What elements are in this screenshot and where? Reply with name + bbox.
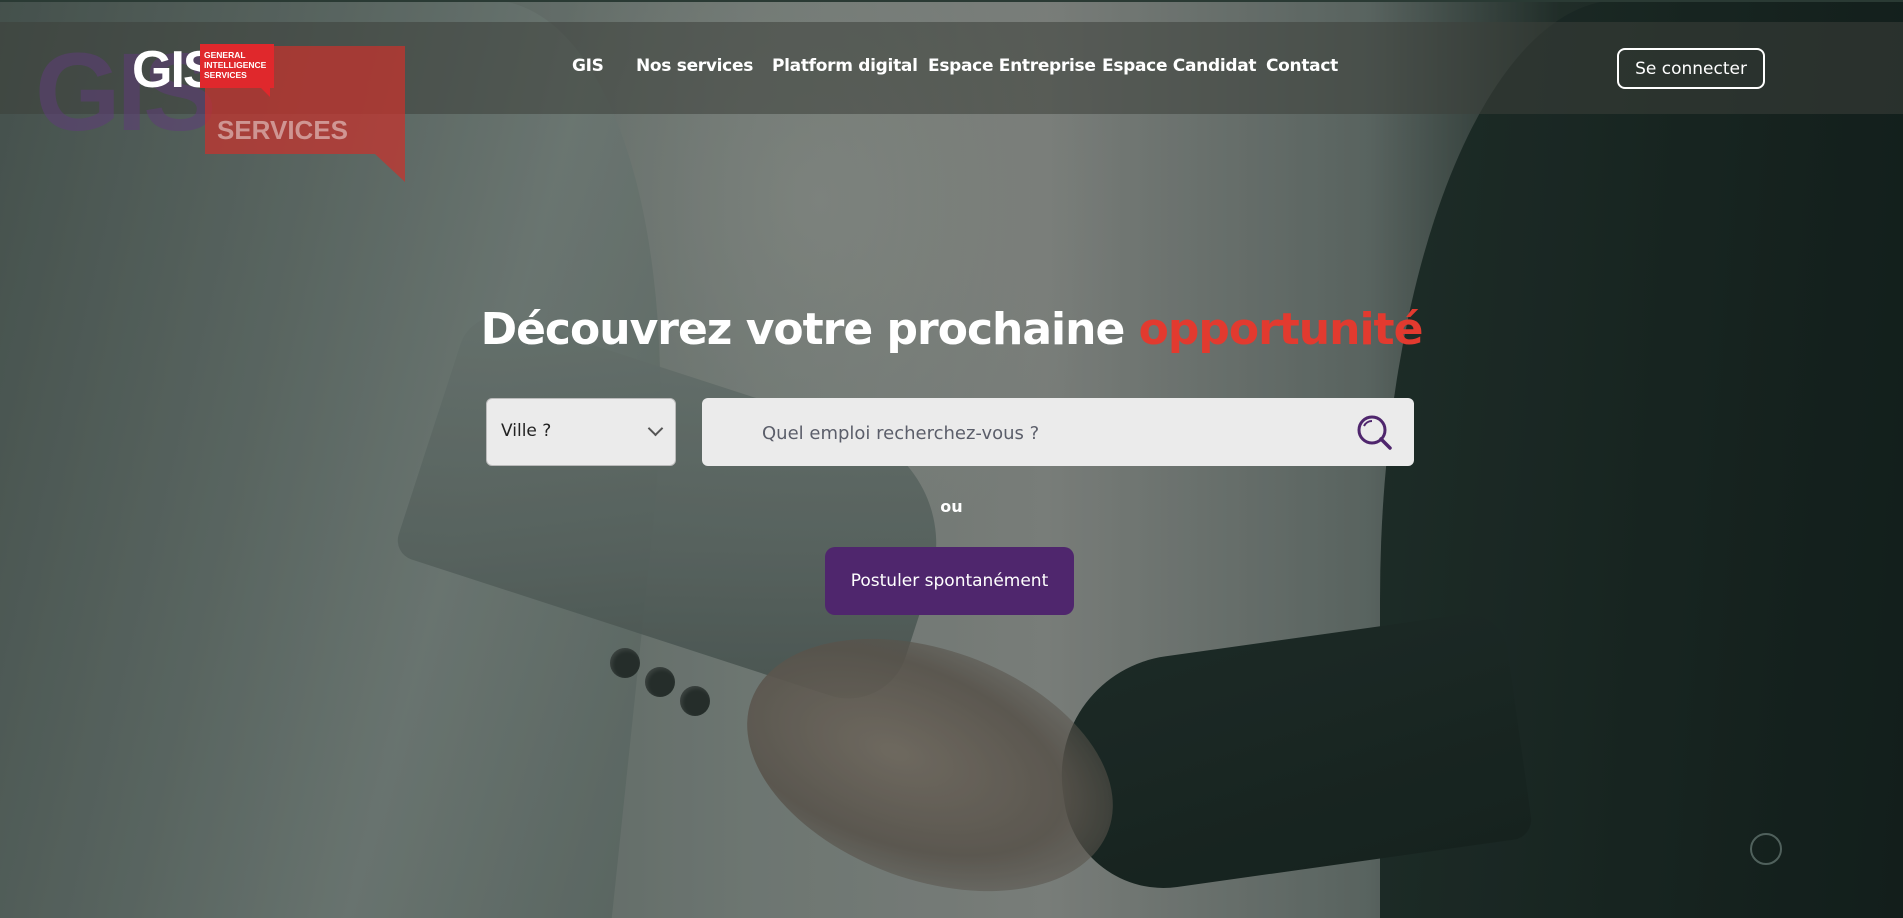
nav-item-contact[interactable]: Contact bbox=[1266, 56, 1338, 76]
nav-item-nos-services[interactable]: Nos services bbox=[636, 56, 753, 76]
spontaneous-apply-button[interactable]: Postuler spontanément bbox=[825, 547, 1074, 615]
headline-accent: opportunité bbox=[1138, 304, 1424, 355]
city-select[interactable]: Ville ? bbox=[486, 398, 676, 466]
headline-main: Découvrez votre prochaine bbox=[480, 304, 1126, 355]
logo-watermark-tag-text: SERVICES bbox=[217, 115, 349, 145]
login-button[interactable]: Se connecter bbox=[1617, 48, 1765, 89]
nav-item-gis[interactable]: GIS bbox=[572, 56, 604, 76]
job-search-input[interactable] bbox=[760, 416, 1324, 450]
corner-badge-icon bbox=[1750, 833, 1782, 865]
job-search-box bbox=[702, 398, 1414, 466]
nav-item-espace-entreprise[interactable]: Espace Entreprise bbox=[928, 56, 1096, 76]
chevron-down-icon bbox=[647, 420, 664, 437]
search-icon[interactable] bbox=[1354, 412, 1394, 452]
nav-item-espace-candidat[interactable]: Espace Candidat bbox=[1102, 56, 1257, 76]
hero-headline: Découvrez votre prochaine opportunité bbox=[0, 304, 1903, 355]
or-separator: ou bbox=[940, 497, 963, 516]
top-border bbox=[0, 0, 1903, 2]
nav-item-platform-digital[interactable]: Platform digital bbox=[772, 56, 918, 76]
city-select-value: Ville ? bbox=[501, 421, 552, 441]
